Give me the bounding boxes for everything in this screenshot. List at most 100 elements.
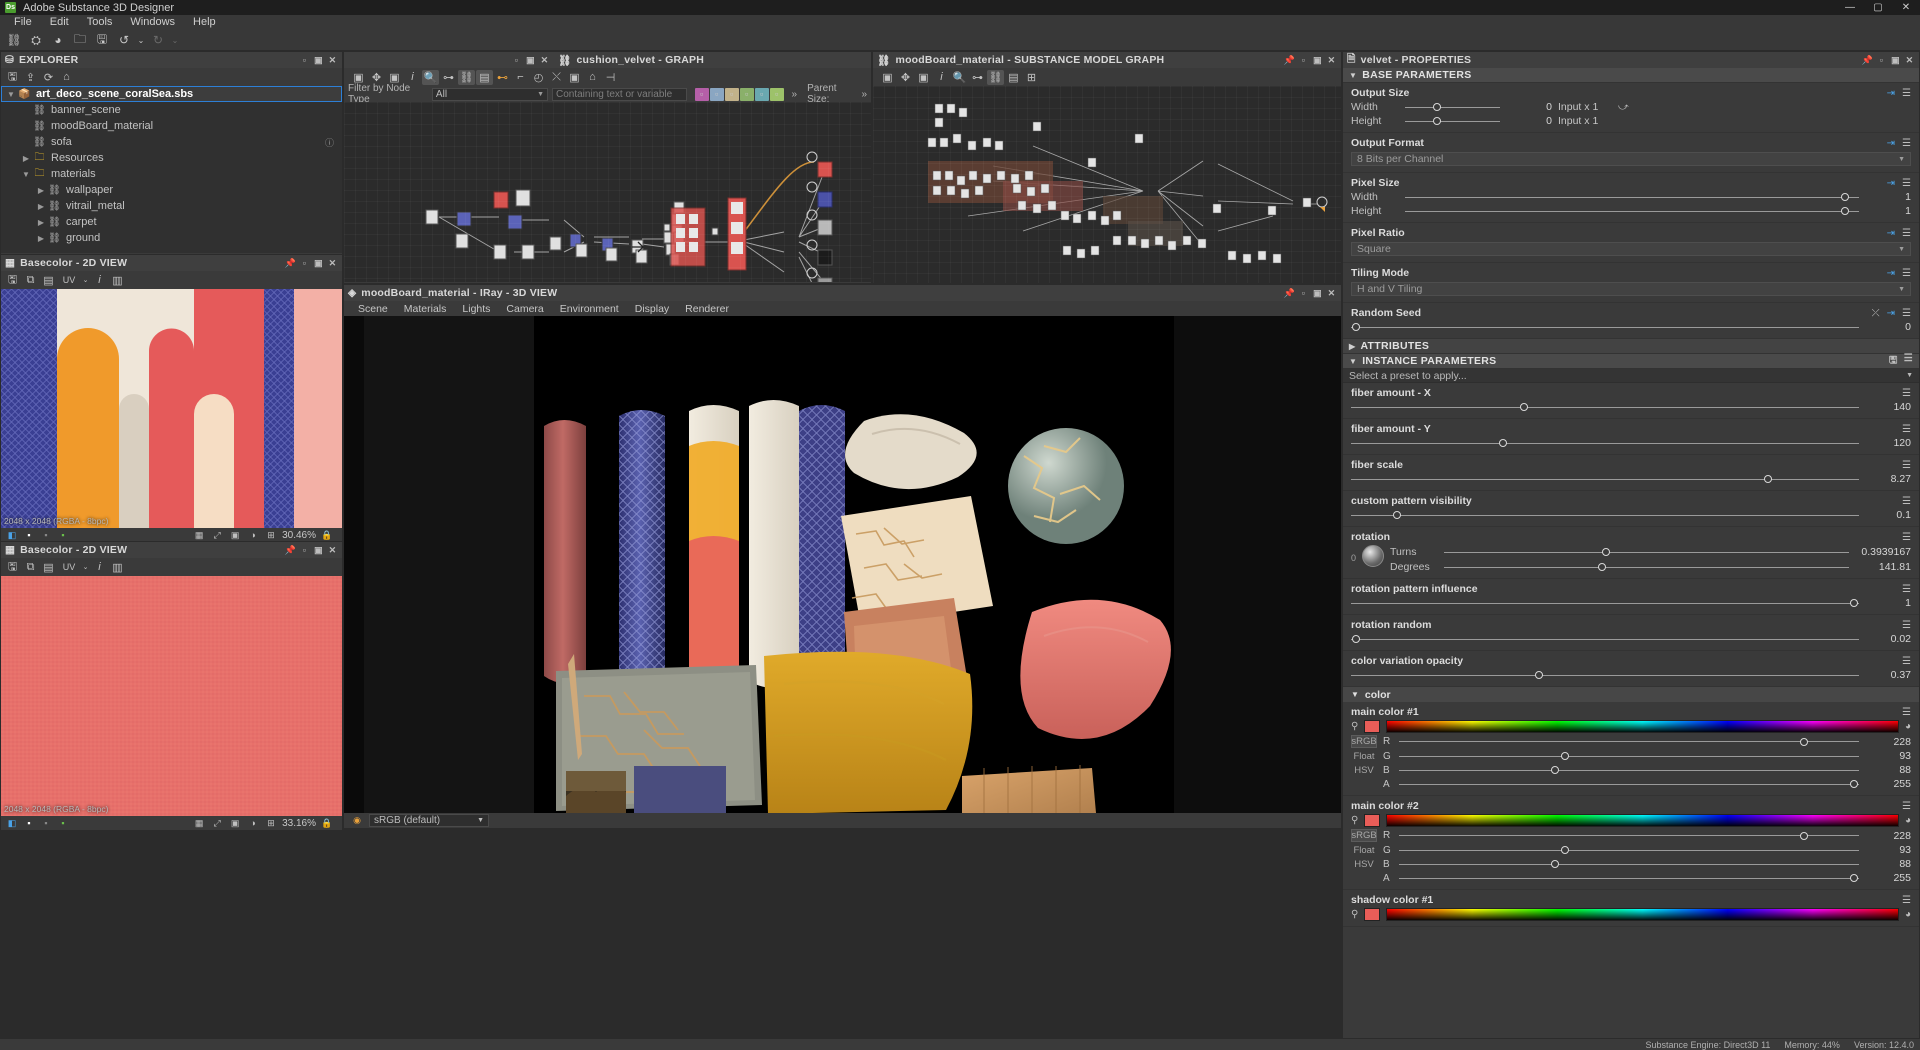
rotation-degrees-value[interactable]: 141.81 xyxy=(1855,561,1911,573)
colorspace-icon[interactable]: ◧ xyxy=(5,817,19,829)
view3d-menu-materials[interactable]: Materials xyxy=(396,303,455,315)
layers-icon[interactable]: ▤ xyxy=(40,560,57,575)
explorer-item-materials[interactable]: ▼🗀materials xyxy=(1,166,342,182)
uv-dropdown-icon[interactable]: ⌄ xyxy=(81,273,90,288)
copy-icon[interactable]: ⧉ xyxy=(22,560,39,575)
close-panel-icon[interactable]: ✕ xyxy=(327,55,338,66)
chevron-right-icon[interactable]: ▶ xyxy=(35,218,47,227)
tiling-icon[interactable]: ⊞ xyxy=(264,529,278,541)
output-size-width-slider[interactable] xyxy=(1405,102,1500,112)
new-package-icon[interactable]: ◕ xyxy=(48,31,68,49)
bounds-icon[interactable]: ⊣ xyxy=(602,70,619,85)
properties-content[interactable]: ▼ BASE PARAMETERS Output Size ⇥ ☰ Width xyxy=(1343,68,1919,1038)
fiber-amount-x-slider[interactable] xyxy=(1351,402,1859,412)
explorer-item-resources[interactable]: ▶🗀Resources xyxy=(1,150,342,166)
timer-icon[interactable]: ◴ xyxy=(530,70,547,85)
output-size-height-value[interactable]: 0 xyxy=(1506,115,1552,127)
graph-icon[interactable]: ⛓ xyxy=(987,70,1004,85)
fiber-amount-y-slider[interactable] xyxy=(1351,438,1859,448)
color-wheel-icon[interactable]: ◕ xyxy=(1905,909,1911,920)
info-icon[interactable]: ⓘ xyxy=(325,136,334,149)
uv-toggle[interactable]: UV xyxy=(58,560,80,575)
parameter-menu-icon[interactable]: ☰ xyxy=(1904,353,1913,370)
menu-edit[interactable]: Edit xyxy=(41,15,78,30)
eyedropper-icon[interactable]: ⚲ xyxy=(1351,721,1358,732)
path-icon[interactable]: ⤬ xyxy=(548,70,565,85)
close-panel-icon[interactable]: ✕ xyxy=(327,545,338,556)
menu-help[interactable]: Help xyxy=(184,15,225,30)
pin-icon[interactable]: 📌 xyxy=(285,258,296,269)
export-icon[interactable]: ⇪ xyxy=(22,70,39,85)
main-color-1-channel-a-value[interactable]: 255 xyxy=(1865,778,1911,790)
main-color-2-channel-b-value[interactable]: 88 xyxy=(1865,858,1911,870)
menu-windows[interactable]: Windows xyxy=(121,15,184,30)
main-color-2-channel-r-value[interactable]: 228 xyxy=(1865,830,1911,842)
parameter-menu-icon[interactable]: ☰ xyxy=(1902,424,1911,435)
explorer-item-art-deco-scene-coralsea-sbs[interactable]: ▼📦art_deco_scene_coralSea.sbs xyxy=(1,86,342,102)
color-variation-opacity-value[interactable]: 0.37 xyxy=(1865,669,1911,681)
chevron-right-icon[interactable]: ▶ xyxy=(20,154,32,163)
undo-dropdown-icon[interactable]: ⌄ xyxy=(136,31,146,49)
main-color-2-channel-b-slider[interactable] xyxy=(1399,859,1859,869)
redo-dropdown-icon[interactable]: ⌄ xyxy=(170,31,180,49)
view3d-menu-scene[interactable]: Scene xyxy=(350,303,396,315)
main-color-2-spectrum[interactable] xyxy=(1386,814,1899,827)
pin-icon[interactable]: 📌 xyxy=(1862,55,1873,66)
histogram-icon[interactable]: ▥ xyxy=(109,560,126,575)
new-substance-icon[interactable]: ⛭ xyxy=(26,31,46,49)
parameter-menu-icon[interactable]: ☰ xyxy=(1902,584,1911,595)
view3d-menu-environment[interactable]: Environment xyxy=(552,303,627,315)
colorspace-select[interactable]: sRGB (default) ▼ xyxy=(369,814,489,827)
view3d-menu-camera[interactable]: Camera xyxy=(498,303,551,315)
copy-icon[interactable]: ⧉ xyxy=(22,273,39,288)
rotation-turns-value[interactable]: 0.3939167 xyxy=(1855,546,1911,558)
tiling-mode-select[interactable]: H and V Tiling ▼ xyxy=(1351,282,1911,296)
parameter-menu-icon[interactable]: ☰ xyxy=(1902,138,1911,149)
parameter-menu-icon[interactable]: ☰ xyxy=(1902,496,1911,507)
color-wheel-icon[interactable]: ◕ xyxy=(1905,815,1911,826)
grid-icon[interactable]: ▦ xyxy=(192,529,206,541)
main-color-1-spectrum[interactable] xyxy=(1386,720,1899,733)
fiber-scale-slider[interactable] xyxy=(1351,474,1859,484)
main-color-1-channel-b-slider[interactable] xyxy=(1399,765,1859,775)
expose-parameter-icon[interactable]: ⇥ xyxy=(1887,178,1895,189)
main-color-1-mode-2[interactable]: HSV xyxy=(1351,765,1377,776)
channel-rgb-icon[interactable]: ▪ xyxy=(22,529,36,541)
layers-icon[interactable]: ▤ xyxy=(1005,70,1022,85)
close-panel-icon[interactable]: ✕ xyxy=(327,258,338,269)
output-size-height-slider[interactable] xyxy=(1405,116,1500,126)
search-icon[interactable]: 🔍 xyxy=(951,70,968,85)
parameter-menu-icon[interactable]: ☰ xyxy=(1902,532,1911,543)
pin-icon[interactable]: 📌 xyxy=(285,545,296,556)
rotation-random-value[interactable]: 0.02 xyxy=(1865,633,1911,645)
ratio-icon[interactable]: ▣ xyxy=(228,529,242,541)
channel-icon[interactable]: ◑ xyxy=(246,529,260,541)
rotation-pattern-influence-slider[interactable] xyxy=(1351,598,1859,608)
close-panel-icon[interactable]: ✕ xyxy=(1326,288,1337,299)
parameter-menu-icon[interactable]: ☰ xyxy=(1902,228,1911,239)
pixel-size-width-slider[interactable] xyxy=(1405,192,1859,202)
channel-green-icon[interactable]: ▪ xyxy=(56,529,70,541)
save-preset-icon[interactable]: 🖫 xyxy=(1889,353,1898,370)
main-color-1-swatch[interactable] xyxy=(1364,720,1380,733)
menu-file[interactable]: File xyxy=(5,15,41,30)
view3d-viewport[interactable]: ▣ ☀ ◐ ▦ ▥ xyxy=(344,316,1341,813)
maximize-button[interactable]: ▢ xyxy=(1864,0,1892,15)
parameter-menu-icon[interactable]: ☰ xyxy=(1902,895,1911,906)
quick-atomic-icon[interactable]: ▫ xyxy=(695,88,709,101)
info-icon[interactable]: i xyxy=(91,560,108,575)
save-image-icon[interactable]: 🖫 xyxy=(4,273,21,288)
main-color-1-channel-g-value[interactable]: 93 xyxy=(1865,750,1911,762)
main-color-1-channel-a-slider[interactable] xyxy=(1399,779,1859,789)
explorer-item-wallpaper[interactable]: ▶⛓wallpaper xyxy=(1,182,342,198)
menu-tools[interactable]: Tools xyxy=(78,15,122,30)
main-color-1-channel-r-slider[interactable] xyxy=(1399,737,1859,747)
main-color-2-mode-1[interactable]: Float xyxy=(1351,845,1377,856)
new-graph-icon[interactable]: ⛓ xyxy=(4,31,24,49)
explorer-item-moodboard-material[interactable]: ⛓moodBoard_material xyxy=(1,118,342,134)
save-image-icon[interactable]: 🖫 xyxy=(4,560,21,575)
shadow-color-1-spectrum[interactable] xyxy=(1386,908,1899,921)
main-color-1-channel-b-value[interactable]: 88 xyxy=(1865,764,1911,776)
pixel-ratio-select[interactable]: Square ▼ xyxy=(1351,242,1911,256)
section-base-parameters[interactable]: ▼ BASE PARAMETERS xyxy=(1343,68,1919,83)
